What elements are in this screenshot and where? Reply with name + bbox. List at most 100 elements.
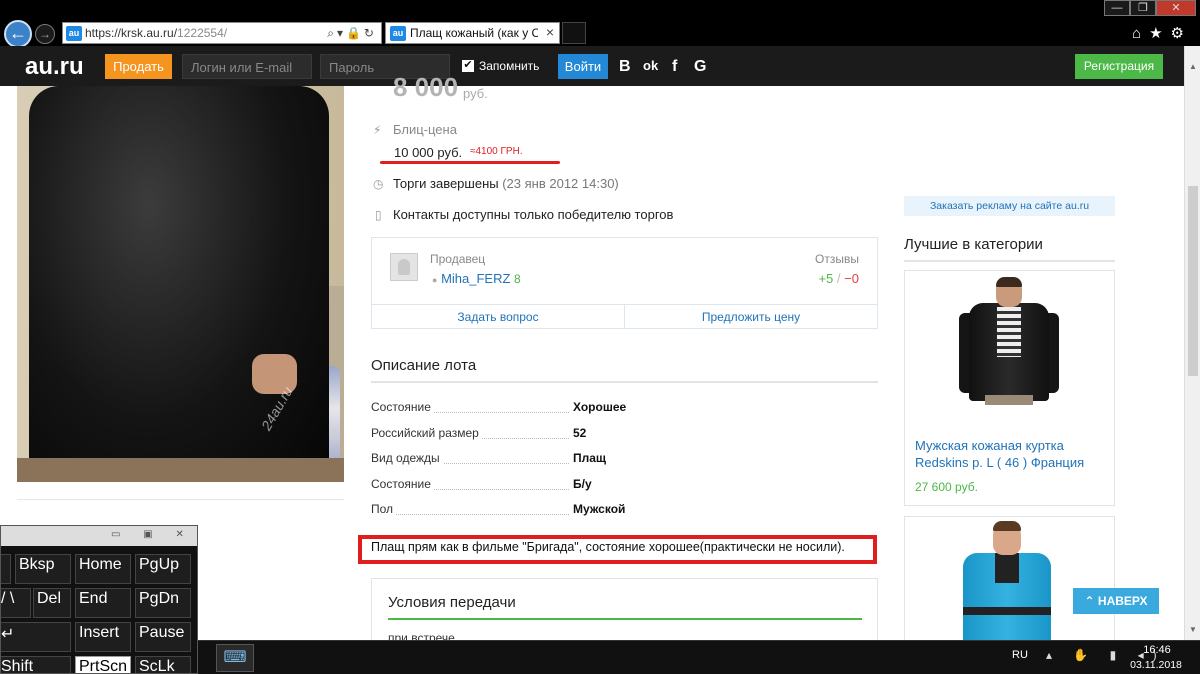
seller-name-link[interactable]: ● Miha_FERZ 8 <box>432 271 521 286</box>
key-insert[interactable]: Insert <box>75 622 131 652</box>
browser-tools-icon[interactable]: ⌂★⚙ <box>1132 24 1192 42</box>
lot-photo[interactable] <box>17 86 344 482</box>
sell-button[interactable]: Продать <box>105 54 172 79</box>
property-name: Российский размер <box>371 425 482 440</box>
remember-checkbox[interactable]: ✔ <box>462 60 474 72</box>
image-collar <box>995 553 1019 583</box>
seller-actions: Задать вопрос Предложить цену <box>372 304 877 329</box>
clock-time[interactable]: 16:46 <box>1138 644 1176 656</box>
product-title-link[interactable]: Мужская кожаная куртка Redskins р. L ( 4… <box>915 437 1110 471</box>
address-actions-icon[interactable]: ⌕▾🔒↻ <box>327 26 377 41</box>
seller-box: Продавец ● Miha_FERZ 8 Отзывы +5 / −0 За… <box>371 237 878 329</box>
address-bar[interactable]: au https://krsk.au.ru/1222554/ ⌕▾🔒↻ <box>62 22 382 44</box>
new-tab-button[interactable] <box>562 22 586 44</box>
auction-ended-text: Торги завершены <box>393 176 499 191</box>
facebook-icon[interactable]: f <box>672 58 677 76</box>
login-button[interactable]: Войти <box>558 54 608 79</box>
key-partial[interactable] <box>1 554 11 584</box>
clock-date[interactable]: 03.11.2018 <box>1125 659 1187 671</box>
key-home[interactable]: Home <box>75 554 131 584</box>
forward-button[interactable]: → <box>35 24 55 44</box>
key-shift[interactable]: Shift <box>1 656 71 673</box>
reviews-count[interactable]: +5 / −0 <box>818 271 859 286</box>
address-url[interactable]: https://krsk.au.ru/1222554/ <box>85 26 227 40</box>
scroll-down-icon[interactable]: ▼ <box>1189 625 1197 634</box>
key-pgup[interactable]: PgUp <box>135 554 191 584</box>
photo-floor <box>17 458 344 482</box>
key-scrlk[interactable]: ScLk <box>135 656 191 673</box>
image-shirt <box>997 307 1021 357</box>
site-logo[interactable]: au.ru <box>25 53 84 81</box>
google-icon[interactable]: G <box>694 58 706 76</box>
property-name: Состояние <box>371 400 434 414</box>
scroll-to-top-button[interactable]: ⌃ НАВЕРХ <box>1073 588 1159 614</box>
key-end[interactable]: End <box>75 588 131 618</box>
tab-favicon-icon: au <box>390 26 406 41</box>
page-scrollbar[interactable]: ▲ ▼ <box>1184 46 1200 640</box>
tab-close-icon[interactable]: × <box>546 24 554 40</box>
register-button[interactable]: Регистрация <box>1075 54 1163 79</box>
property-row: Вид одежды Плащ <box>371 449 691 475</box>
avatar[interactable] <box>390 253 418 281</box>
property-value: 52 <box>573 425 587 440</box>
best-in-category-title: Лучшие в категории <box>904 236 1043 253</box>
key-pause[interactable]: Pause <box>135 622 191 652</box>
seller-name[interactable]: Miha_FERZ <box>441 271 510 286</box>
product-price: 27 600 руб. <box>915 480 978 494</box>
tab-active[interactable]: au Плащ кожаный (как у Са... × <box>385 22 560 44</box>
taskbar-keyboard-app-icon[interactable]: ⌨ <box>216 644 254 672</box>
keyboard-titlebar[interactable]: ▭ ▣ ✕ <box>1 526 197 546</box>
product-image[interactable] <box>959 277 1059 405</box>
current-price-currency: руб. <box>463 86 488 101</box>
ask-question-button[interactable]: Задать вопрос <box>372 305 625 329</box>
vk-icon[interactable]: В <box>619 58 631 76</box>
minimize-button[interactable]: — <box>1104 0 1130 16</box>
conditions-title: Условия передачи <box>388 594 516 611</box>
offer-price-button[interactable]: Предложить цену <box>625 305 877 329</box>
remember-label: Запомнить <box>479 59 540 73</box>
description-text: Плащ прям как в фильме "Бригада", состоя… <box>371 540 845 554</box>
seller-label: Продавец <box>430 252 486 266</box>
key-del[interactable]: Del <box>33 588 71 618</box>
image-hair <box>993 521 1021 531</box>
property-name: Пол <box>371 502 397 516</box>
back-button[interactable]: ← <box>4 20 32 48</box>
best-divider <box>904 260 1115 262</box>
key-bksp[interactable]: Bksp <box>15 554 71 584</box>
current-price: 8 000 <box>393 72 459 102</box>
reviews-separator: / <box>836 271 841 286</box>
restore-button[interactable]: ❐ <box>1130 0 1156 16</box>
property-name: Вид одежды <box>371 451 443 465</box>
seller-rating: 8 <box>514 272 521 286</box>
key-backslash[interactable]: / \ <box>1 588 31 618</box>
property-value: Хорошее <box>573 400 627 414</box>
close-window-button[interactable]: ✕ <box>1156 0 1196 16</box>
scroll-up-icon[interactable]: ▲ <box>1189 62 1197 71</box>
image-hair <box>996 277 1022 287</box>
phone-icon: ▯ <box>375 208 382 222</box>
image-jacket-band <box>963 607 1051 615</box>
key-pgdn[interactable]: PgDn <box>135 588 191 618</box>
scroll-thumb[interactable] <box>1188 186 1198 376</box>
description-divider <box>371 381 878 383</box>
ad-banner-link[interactable]: Заказать рекламу на сайте au.ru <box>904 196 1115 216</box>
language-indicator[interactable]: RU <box>1012 649 1028 661</box>
photo-leather-coat <box>29 86 329 482</box>
key-enter[interactable]: ↵ <box>1 622 71 652</box>
browser-toolbar: ← → au https://krsk.au.ru/1222554/ ⌕▾🔒↻ … <box>0 0 1200 48</box>
keyboard-window-buttons[interactable]: ▭ ▣ ✕ <box>111 529 194 540</box>
property-row: Российский размер 52 <box>371 424 691 450</box>
login-input[interactable]: Логин или E-mail <box>182 54 312 79</box>
dotted-leader <box>371 514 569 515</box>
red-underline-annotation <box>380 161 560 164</box>
blitz-conversion: ≈4100 ГРН. <box>470 146 523 157</box>
property-row: Состояние Хорошее <box>371 398 691 424</box>
reviews-negative: −0 <box>844 271 859 286</box>
odnoklassniki-icon[interactable]: ok <box>643 58 658 73</box>
url-host: https://krsk.au.ru/ <box>85 26 178 40</box>
product-card[interactable]: Мужская кожаная куртка Redskins р. L ( 4… <box>904 270 1115 506</box>
online-dot-icon: ● <box>432 275 438 285</box>
description-title: Описание лота <box>371 357 477 374</box>
product-card[interactable] <box>904 516 1115 646</box>
key-prtscn[interactable]: PrtScn <box>75 656 131 673</box>
